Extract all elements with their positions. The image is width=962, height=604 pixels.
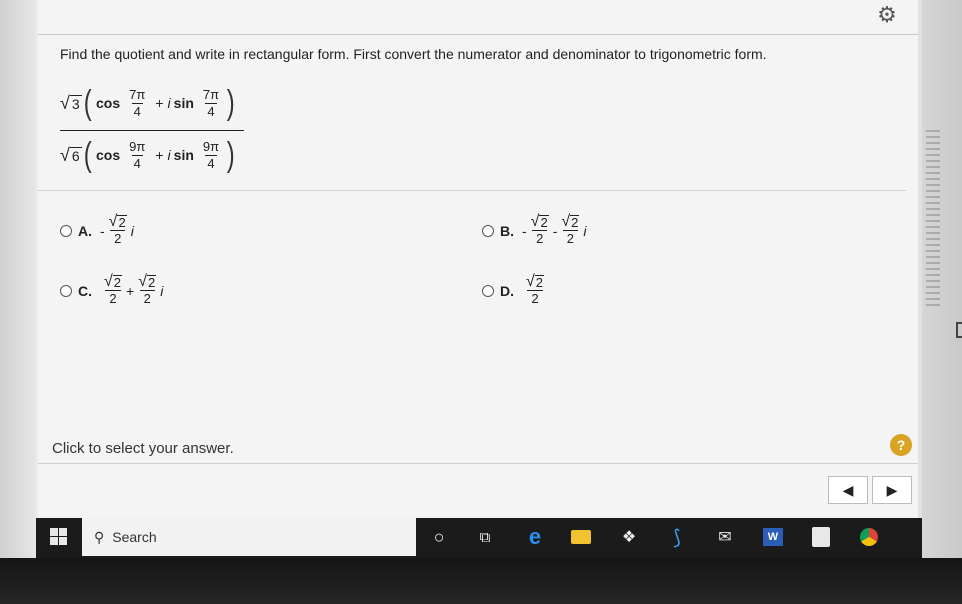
- edge-bracket: [956, 322, 962, 338]
- screen-right-edge: [922, 0, 962, 560]
- visual-studio-icon[interactable]: ⟆: [662, 522, 692, 552]
- search-icon: ⚲: [94, 528, 105, 545]
- prev-button[interactable]: ◀: [828, 476, 868, 504]
- radio-a[interactable]: [60, 224, 72, 237]
- bottom-divider: [38, 463, 918, 464]
- radio-b[interactable]: [482, 224, 494, 237]
- choice-d[interactable]: D. √ 2 2: [482, 274, 548, 307]
- question-nav: ◀ ▶: [828, 476, 914, 506]
- screen-left-edge: [0, 0, 36, 560]
- angle-fraction: 7π 4: [129, 86, 146, 119]
- radio-d[interactable]: [482, 284, 494, 297]
- fraction-bar: [60, 130, 244, 132]
- choice-c[interactable]: C. √ 2 2 + √ 2 2 i: [60, 274, 163, 307]
- laptop-bezel: [0, 558, 962, 604]
- angle-fraction: 9π 4: [202, 138, 220, 171]
- mail-icon[interactable]: ✉: [710, 522, 740, 552]
- paint-icon[interactable]: [806, 522, 836, 552]
- file-explorer-icon[interactable]: [566, 522, 596, 552]
- cortana-icon[interactable]: ○: [424, 522, 454, 552]
- windows-icon[interactable]: [50, 528, 68, 546]
- instruction-text: Click to select your answer.: [52, 440, 234, 457]
- radio-c[interactable]: [60, 284, 72, 297]
- choice-b[interactable]: B. - √ 2 2 - √ 2 2 i: [482, 214, 587, 247]
- question-prompt: Find the quotient and write in rectangul…: [60, 46, 767, 62]
- next-button[interactable]: ▶: [872, 476, 912, 504]
- top-divider: [38, 34, 918, 35]
- edge-icon[interactable]: e: [520, 522, 550, 552]
- angle-fraction: 9π 4: [129, 138, 146, 171]
- dropbox-icon[interactable]: ❖: [614, 522, 644, 552]
- word-icon[interactable]: W: [758, 522, 788, 552]
- help-button[interactable]: ?: [890, 434, 912, 456]
- choice-a[interactable]: A. - √ 2 2 i: [60, 214, 134, 247]
- section-divider: [38, 190, 906, 191]
- task-view-icon[interactable]: ⧉: [470, 522, 500, 552]
- scroll-marks: [926, 130, 940, 310]
- sqrt-3: √ 3: [60, 93, 82, 113]
- taskbar-search[interactable]: ⚲ Search: [82, 518, 416, 556]
- chrome-icon[interactable]: [854, 522, 884, 552]
- angle-fraction: 7π 4: [202, 86, 220, 119]
- expression-numerator: √ 3 ( cos 7π 4 + i sin 7π 4 ): [60, 84, 235, 122]
- gear-icon[interactable]: ⚙: [874, 2, 900, 28]
- expression-denominator: √ 6 ( cos 9π 4 + i sin 9π 4 ): [60, 136, 235, 174]
- sqrt-6: √ 6: [60, 145, 82, 165]
